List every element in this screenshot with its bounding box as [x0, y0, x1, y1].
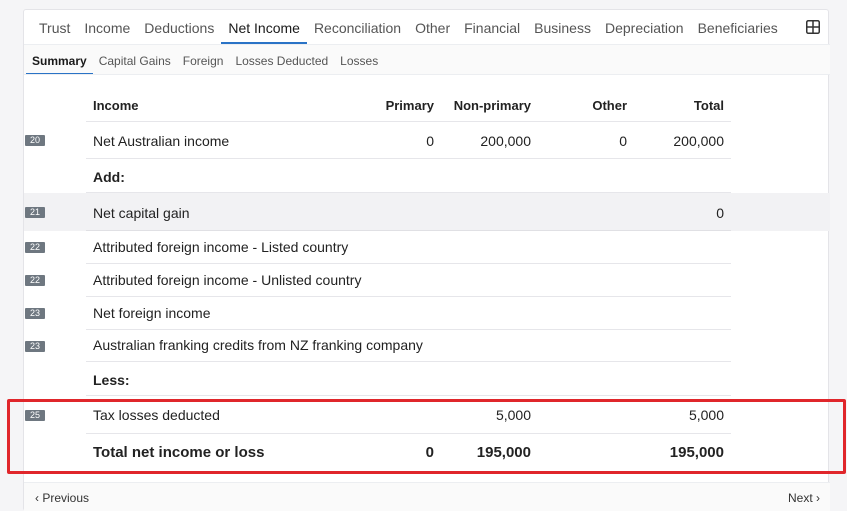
- main-tabs: Trust Income Deductions Net Income Recon…: [24, 10, 830, 44]
- row-label: Attributed foreign income - Listed count…: [93, 239, 349, 255]
- table-row-add-heading: Add:: [24, 159, 830, 193]
- tab-trust[interactable]: Trust: [32, 10, 77, 44]
- table-row-nz-franking-credits: 23 Australian franking credits from NZ f…: [24, 330, 830, 362]
- row-label: Attributed foreign income - Unlisted cou…: [93, 272, 362, 288]
- cell-total: 200,000: [673, 133, 724, 149]
- header-income: Income: [93, 98, 139, 113]
- cell-total: 195,000: [669, 444, 724, 461]
- pagination-bar: ‹ Previous Next ›: [24, 482, 830, 511]
- row-cells: [86, 159, 731, 193]
- cell-nonprimary: 195,000: [476, 444, 531, 461]
- divider: [24, 74, 830, 75]
- row-cells: [86, 362, 731, 396]
- tab-deductions[interactable]: Deductions: [137, 10, 221, 44]
- tab-reconciliation[interactable]: Reconciliation: [307, 10, 408, 44]
- section-heading-less: Less:: [93, 372, 130, 388]
- item-number-badge: 20: [25, 135, 45, 146]
- item-number-badge: 25: [25, 410, 45, 421]
- row-label: Australian franking credits from NZ fran…: [93, 337, 423, 353]
- header-primary: Primary: [385, 98, 434, 113]
- item-number-badge: 22: [25, 242, 45, 253]
- sub-tabs: Summary Capital Gains Foreign Losses Ded…: [24, 44, 830, 75]
- cell-nonprimary: 5,000: [495, 407, 531, 423]
- header-total: Total: [693, 98, 724, 113]
- tab-income[interactable]: Income: [77, 10, 137, 44]
- table-row-net-capital-gain[interactable]: 21 Net capital gain 0: [24, 193, 830, 231]
- subtab-losses-deducted[interactable]: Losses Deducted: [229, 45, 334, 75]
- table-row-net-australian-income: 20 Net Australian income 0 200,000 0 200…: [24, 122, 830, 159]
- cell-nonprimary: 200,000: [480, 133, 531, 149]
- item-number-badge: 22: [25, 275, 45, 286]
- subtab-summary[interactable]: Summary: [26, 45, 93, 75]
- table-row-foreign-unlisted: 22 Attributed foreign income - Unlisted …: [24, 264, 830, 297]
- subtab-capital-gains[interactable]: Capital Gains: [93, 45, 177, 75]
- tab-beneficiaries[interactable]: Beneficiaries: [691, 10, 785, 44]
- tab-net-income[interactable]: Net Income: [221, 10, 307, 44]
- row-label: Net Australian income: [93, 133, 230, 149]
- table-row-less-heading: Less:: [24, 362, 830, 396]
- grid-view-icon[interactable]: [806, 20, 820, 34]
- table-row-foreign-listed: 22 Attributed foreign income - Listed co…: [24, 231, 830, 264]
- tab-financial[interactable]: Financial: [457, 10, 527, 44]
- tab-depreciation[interactable]: Depreciation: [598, 10, 691, 44]
- row-label: Tax losses deducted: [93, 407, 220, 423]
- cell-total: 0: [716, 205, 724, 221]
- net-income-panel: Trust Income Deductions Net Income Recon…: [23, 9, 830, 511]
- table-header-row: Income Primary Non-primary Other Total: [24, 93, 830, 122]
- row-label: Net capital gain: [93, 205, 190, 221]
- header-nonprimary: Non-primary: [453, 98, 531, 113]
- table-row-net-foreign-income: 23 Net foreign income: [24, 297, 830, 330]
- item-number-badge: 21: [25, 207, 45, 218]
- tab-business[interactable]: Business: [527, 10, 598, 44]
- table-row-total-net-income: Total net income or loss 0 195,000 195,0…: [24, 434, 830, 472]
- row-label: Total net income or loss: [93, 444, 265, 461]
- item-number-badge: 23: [25, 308, 45, 319]
- cell-primary: 0: [426, 133, 434, 149]
- subtab-foreign[interactable]: Foreign: [177, 45, 230, 75]
- row-label: Net foreign income: [93, 305, 211, 321]
- subtab-losses[interactable]: Losses: [334, 45, 384, 75]
- net-income-table: Income Primary Non-primary Other Total 2…: [24, 93, 830, 472]
- item-number-badge: 23: [25, 341, 45, 352]
- previous-button[interactable]: ‹ Previous: [35, 491, 89, 505]
- tab-other[interactable]: Other: [408, 10, 457, 44]
- cell-total: 5,000: [688, 407, 724, 423]
- table-row-tax-losses-deducted: 25 Tax losses deducted 5,000 5,000: [24, 396, 830, 434]
- cell-other: 0: [619, 133, 627, 149]
- next-button[interactable]: Next ›: [788, 491, 820, 505]
- section-heading-add: Add:: [93, 169, 125, 185]
- cell-primary: 0: [425, 444, 434, 461]
- header-other: Other: [592, 98, 627, 113]
